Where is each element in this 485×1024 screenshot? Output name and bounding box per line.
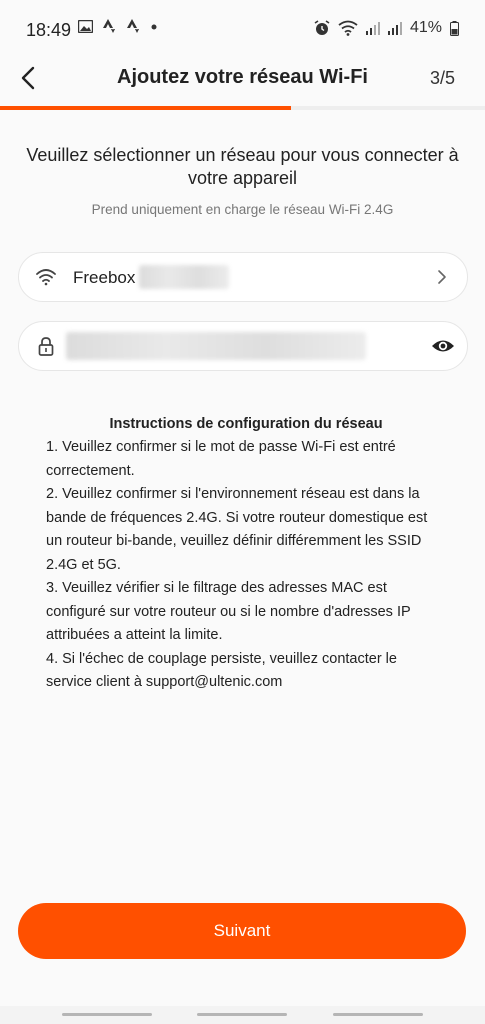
wifi-ssid: Freebox bbox=[73, 268, 136, 287]
setup-instructions: Instructions de configuration du réseau … bbox=[46, 414, 446, 695]
strava-icon bbox=[103, 19, 115, 33]
instructions-title: Instructions de configuration du réseau bbox=[109, 416, 383, 432]
step-indicator: 3/5 bbox=[429, 68, 455, 88]
wifi-icon bbox=[338, 20, 358, 36]
instruction-item: 1. Veuillez confirmer si le mot de passe… bbox=[46, 439, 396, 479]
system-nav-bar bbox=[0, 1006, 485, 1024]
nav-back-button[interactable] bbox=[333, 1013, 423, 1016]
instruction-item: 2. Veuillez confirmer si l'environnement… bbox=[46, 486, 428, 573]
strava-icon bbox=[127, 19, 139, 33]
status-system-icons: 41% bbox=[314, 19, 459, 37]
nav-home-button[interactable] bbox=[197, 1013, 287, 1016]
progress-fill bbox=[0, 106, 291, 110]
band-note: Prend uniquement en charge le réseau Wi-… bbox=[91, 202, 394, 217]
status-time: 18:49 bbox=[26, 20, 72, 40]
page-title: Ajoutez votre réseau Wi-Fi bbox=[117, 66, 368, 88]
nav-recents-button[interactable] bbox=[62, 1013, 152, 1016]
battery-icon bbox=[450, 20, 459, 36]
status-bar: 18:49 41% bbox=[0, 0, 485, 60]
password-redaction bbox=[66, 332, 366, 360]
show-password-icon[interactable] bbox=[431, 336, 455, 356]
dot-icon bbox=[151, 24, 157, 29]
signal-icon bbox=[387, 22, 402, 35]
instruction-item: 3. Veuillez vérifier si le filtrage des … bbox=[46, 580, 411, 643]
wifi-icon bbox=[36, 269, 56, 286]
chevron-right-icon bbox=[438, 270, 446, 284]
alarm-icon bbox=[314, 20, 330, 35]
progress-bar bbox=[0, 106, 485, 110]
wifi-password-field[interactable] bbox=[18, 321, 468, 371]
ssid-redaction bbox=[139, 265, 229, 289]
wifi-network-selector[interactable]: Freebox bbox=[18, 252, 468, 302]
instruction-item: 4. Si l'échec de couplage persiste, veui… bbox=[46, 650, 397, 691]
signal-icon bbox=[365, 22, 380, 35]
status-notifications bbox=[78, 19, 157, 34]
app-bar: Ajoutez votre réseau Wi-Fi 3/5 bbox=[0, 56, 485, 106]
battery-percent: 41% bbox=[409, 19, 442, 36]
lock-icon bbox=[38, 337, 54, 356]
gallery-icon bbox=[78, 20, 93, 33]
instruction-prompt: Veuillez sélectionner un réseau pour vou… bbox=[26, 145, 459, 188]
next-button[interactable]: Suivant bbox=[18, 903, 466, 959]
